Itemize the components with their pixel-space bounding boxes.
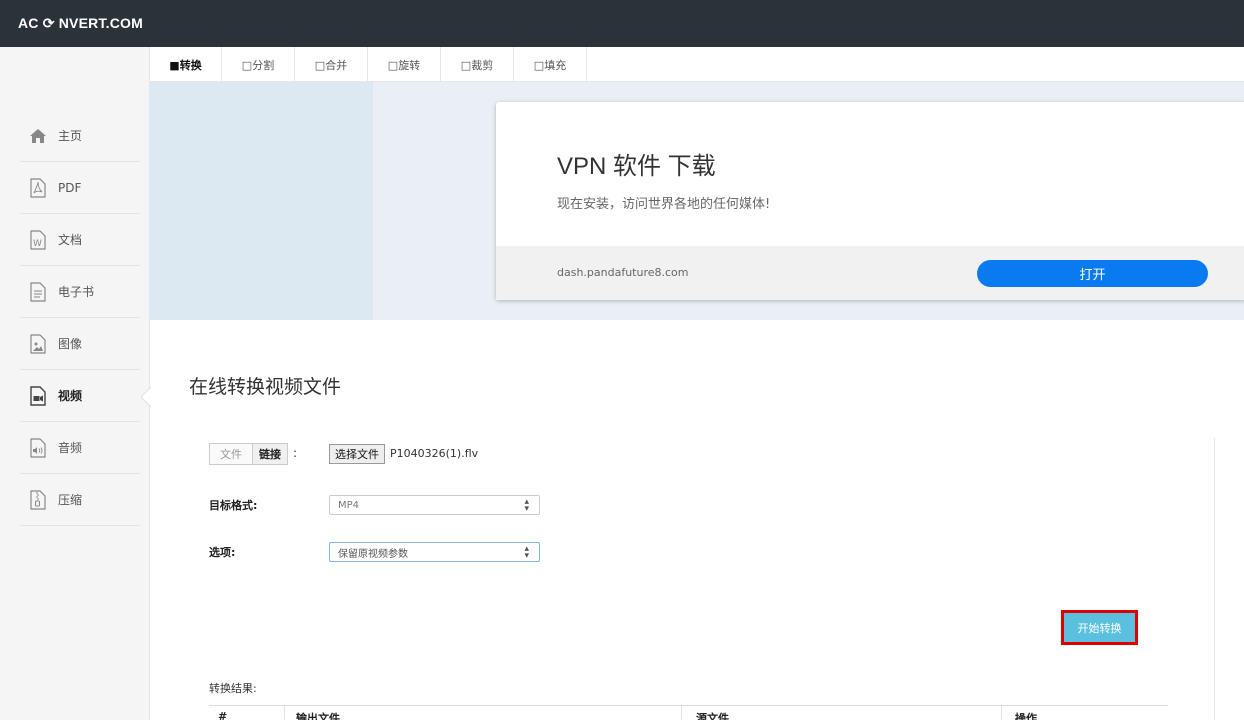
sidebar-item-archive[interactable]: 压缩	[20, 474, 140, 526]
column-divider	[681, 706, 682, 720]
source-colon: :	[293, 446, 298, 460]
results-label: 转换结果:	[209, 682, 257, 695]
options-value: 保留原视频参数	[338, 548, 408, 560]
sidebar-item-image[interactable]: 图像	[20, 318, 140, 370]
tab-rotate[interactable]: □旋转	[368, 47, 441, 82]
target-format-select[interactable]: MP4 ▴ ▾	[329, 495, 540, 515]
tab-merge[interactable]: □合并	[295, 47, 368, 82]
convert-form-panel	[189, 438, 1215, 720]
ad-domain: dash.pandafuture8.com	[557, 266, 689, 279]
video-file-icon	[28, 385, 48, 406]
word-doc-icon: W	[28, 229, 48, 250]
source-file-tab[interactable]: 文件	[210, 444, 253, 464]
sidebar-item-pdf[interactable]: PDF	[20, 162, 140, 214]
ad-card[interactable]: VPN 软件 下载 现在安装，访问世界各地的任何媒体! dash.pandafu…	[496, 102, 1244, 300]
sidebar: 主页 PDF W 文档 电子书 图像 视频 音频 压缩	[0, 47, 151, 720]
home-icon	[28, 126, 48, 146]
selected-file-name: P1040326(1).flv	[390, 447, 479, 460]
sidebar-item-ebook[interactable]: 电子书	[20, 266, 140, 318]
options-label: 选项:	[209, 546, 236, 559]
top-bar: AC ⟳ NVERT.COM	[0, 0, 1244, 47]
ad-description: 现在安装，访问世界各地的任何媒体!	[557, 197, 771, 212]
sidebar-item-label: 视频	[58, 389, 83, 403]
sidebar-item-label: 电子书	[58, 285, 95, 299]
sidebar-item-label: 文档	[58, 233, 83, 247]
column-divider	[284, 706, 285, 720]
sidebar-item-label: PDF	[58, 180, 82, 195]
source-link-tab[interactable]: 链接	[253, 444, 287, 464]
column-header-index: #	[218, 710, 228, 720]
column-header-output-file: 输出文件	[296, 712, 340, 720]
sidebar-item-label: 压缩	[58, 493, 83, 507]
tab-pad[interactable]: □填充	[514, 47, 587, 82]
ad-title: VPN 软件 下载	[557, 153, 716, 180]
sidebar-item-document[interactable]: W 文档	[20, 214, 140, 266]
sidebar-item-label: 图像	[58, 337, 83, 351]
select-arrows-icon: ▴ ▾	[524, 544, 529, 561]
sidebar-item-label: 主页	[58, 129, 83, 143]
choose-file-button[interactable]: 选择文件	[329, 444, 385, 464]
audio-file-icon	[28, 437, 48, 458]
target-format-label: 目标格式:	[209, 499, 258, 512]
ebook-icon	[28, 281, 48, 302]
page-title: 在线转换视频文件	[189, 376, 342, 398]
sidebar-item-home[interactable]: 主页	[20, 110, 140, 162]
start-convert-button[interactable]: 开始转换	[1061, 610, 1138, 645]
target-format-value: MP4	[338, 499, 360, 511]
archive-file-icon	[28, 489, 48, 510]
pdf-file-icon	[28, 177, 48, 198]
image-file-icon	[28, 333, 48, 354]
column-divider	[1001, 706, 1002, 720]
options-select[interactable]: 保留原视频参数 ▴ ▾	[329, 542, 540, 562]
column-header-source-file: 源文件	[696, 712, 729, 720]
operation-tabs: ■转换 □分割 □合并 □旋转 □裁剪 □填充	[150, 47, 1244, 82]
column-header-actions: 操作	[1015, 712, 1037, 720]
tab-crop[interactable]: □裁剪	[441, 47, 514, 82]
svg-text:W: W	[33, 239, 42, 249]
tab-convert[interactable]: ■转换	[150, 47, 222, 82]
sidebar-item-audio[interactable]: 音频	[20, 422, 140, 474]
main-content: 在线转换视频文件 文件 链接 : 选择文件 P1040326(1).flv 目标…	[150, 320, 1244, 720]
source-toggle: 文件 链接	[209, 443, 288, 465]
tab-split[interactable]: □分割	[222, 47, 295, 82]
ad-banner-area: VPN 软件 下载 现在安装，访问世界各地的任何媒体! dash.pandafu…	[150, 82, 1244, 320]
results-table-header: # 输出文件 源文件 操作	[209, 705, 1168, 720]
ad-open-button[interactable]: 打开	[977, 260, 1208, 287]
ad-footer: dash.pandafuture8.com 打开	[496, 246, 1244, 300]
select-arrows-icon: ▴ ▾	[524, 497, 529, 514]
site-logo[interactable]: AC ⟳ NVERT.COM	[18, 15, 143, 32]
ad-side-panel	[150, 82, 373, 320]
sidebar-item-video[interactable]: 视频	[20, 370, 140, 422]
sidebar-item-label: 音频	[58, 441, 83, 455]
